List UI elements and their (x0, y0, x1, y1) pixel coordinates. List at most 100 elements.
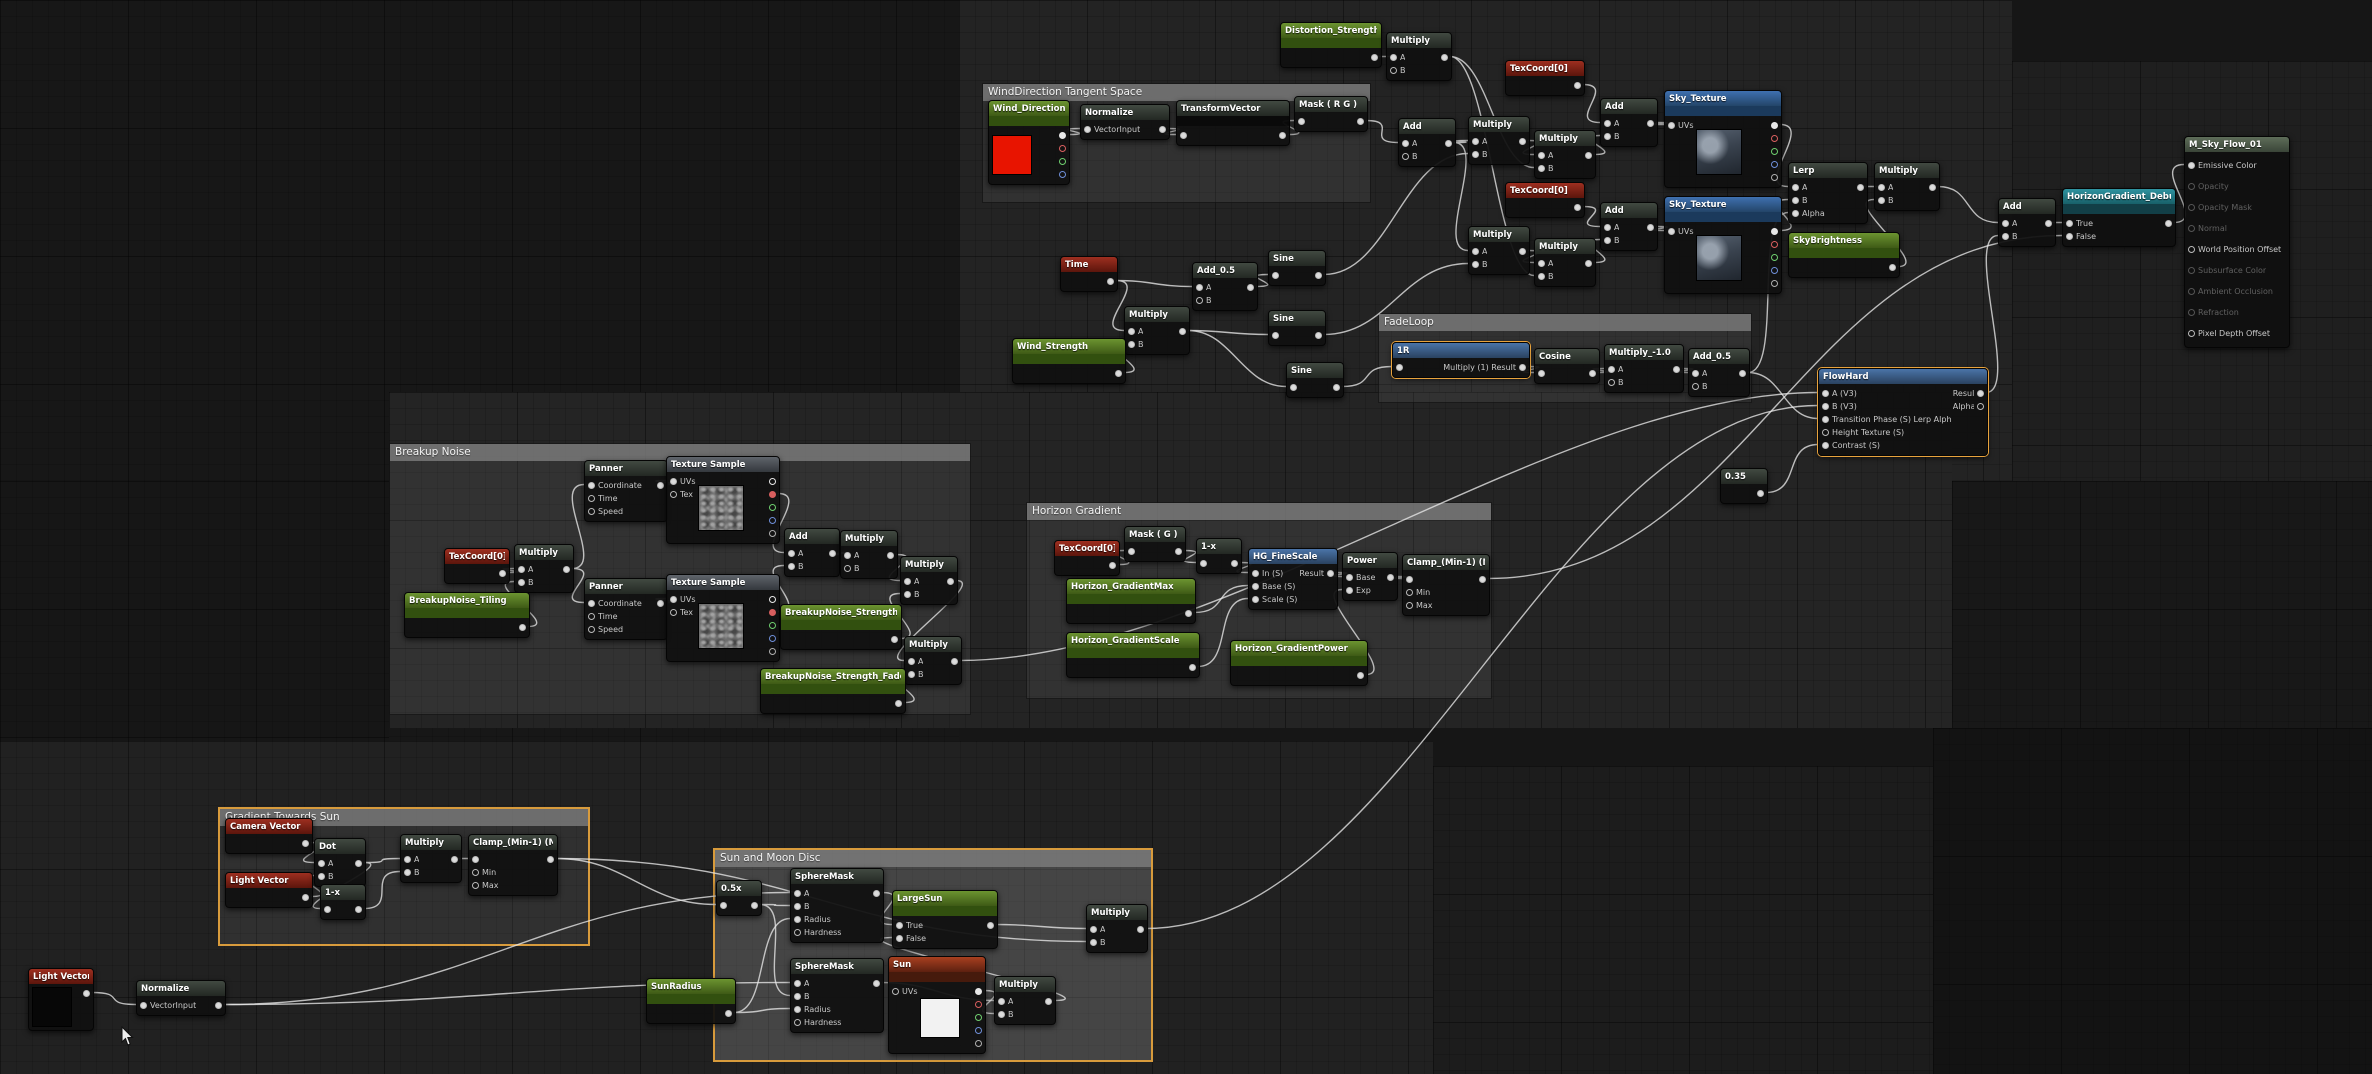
output-pin[interactable] (1771, 254, 1778, 261)
input-pin[interactable] (2066, 220, 2073, 227)
input-pin[interactable] (1090, 939, 1097, 946)
input-pin[interactable] (794, 1019, 801, 1026)
node-header[interactable]: Light Vector (226, 873, 312, 888)
input-pin[interactable] (318, 873, 325, 880)
node-header[interactable]: Lerp (1789, 163, 1867, 178)
output-pin[interactable] (1107, 278, 1114, 285)
input-pin[interactable] (1792, 197, 1799, 204)
input-pin[interactable] (844, 552, 851, 559)
input-pin[interactable] (720, 902, 727, 909)
output-pin[interactable] (355, 860, 362, 867)
output-pin[interactable] (215, 1002, 222, 1009)
output-pin[interactable] (769, 596, 776, 603)
node-bn_add[interactable]: AddAB (784, 528, 840, 577)
node-gts_dot[interactable]: DotAB (314, 838, 366, 887)
output-pin[interactable] (1977, 403, 1984, 410)
input-pin[interactable] (404, 856, 411, 863)
input-pin[interactable] (1538, 165, 1545, 172)
output-pin[interactable] (1771, 241, 1778, 248)
comment-title-bar[interactable]: FadeLoop (1379, 314, 1751, 331)
output-pin[interactable] (1231, 560, 1238, 567)
node-header[interactable]: Add (785, 529, 839, 544)
output-pin[interactable] (1977, 390, 1984, 397)
node-bn_strength[interactable]: BreakupNoise_Strength (780, 604, 902, 650)
output-pin[interactable] (1315, 272, 1322, 279)
node-header[interactable]: BreakupNoise_Tiling (405, 593, 529, 608)
output-pin[interactable] (1387, 574, 1394, 581)
input-pin[interactable] (1272, 272, 1279, 279)
input-pin[interactable] (1180, 132, 1187, 139)
node-header[interactable]: 0.35 (1721, 469, 1767, 484)
input-pin[interactable] (896, 935, 903, 942)
input-pin[interactable] (1196, 284, 1203, 291)
output-pin[interactable] (975, 1040, 982, 1047)
output-pin[interactable] (1673, 366, 1680, 373)
node-hg_gradient_power[interactable]: Horizon_GradientPower (1230, 640, 1368, 686)
input-pin[interactable] (1604, 237, 1611, 244)
output-pin[interactable] (499, 570, 506, 577)
node-header[interactable]: Panner (585, 579, 667, 594)
output-pin[interactable] (519, 624, 526, 631)
output-pin[interactable] (769, 648, 776, 655)
input-pin[interactable] (588, 495, 595, 502)
input-pin[interactable] (1406, 576, 1413, 583)
input-pin[interactable] (1792, 210, 1799, 217)
node-header[interactable]: LargeSun (893, 891, 997, 906)
node-add_uv_a[interactable]: AddAB (1600, 98, 1658, 147)
input-pin[interactable] (1792, 184, 1799, 191)
input-pin[interactable] (1822, 416, 1829, 423)
output-pin[interactable] (2045, 220, 2052, 227)
node-sky_texture_b[interactable]: Sky_TextureUVs (1664, 196, 1782, 294)
node-texcoord_b[interactable]: TexCoord[0] (1505, 182, 1585, 218)
input-pin[interactable] (1290, 384, 1297, 391)
output-pin[interactable] (1519, 364, 1526, 371)
node-mul_windtime[interactable]: MultiplyAB (1124, 306, 1190, 355)
output-pin[interactable] (1357, 118, 1364, 125)
node-header[interactable]: Multiply (1087, 905, 1147, 920)
node-bn_panner_a[interactable]: PannerCoordinateTimeSpeed (584, 460, 668, 522)
input-pin[interactable] (1668, 228, 1675, 235)
input-pin[interactable] (1402, 153, 1409, 160)
node-hg_power[interactable]: PowerBaseExp (1342, 552, 1398, 601)
output-pin[interactable] (1519, 248, 1526, 255)
node-header[interactable]: TransformVector (1177, 101, 1289, 116)
input-pin-opacity-mask[interactable] (2188, 204, 2195, 211)
output-pin[interactable] (1059, 158, 1066, 165)
node-sky_texture_a[interactable]: Sky_TextureUVs (1664, 90, 1782, 188)
input-pin[interactable] (1668, 122, 1675, 129)
output-pin[interactable] (769, 517, 776, 524)
node-fl_cosine[interactable]: Cosine (1534, 348, 1600, 384)
input-pin[interactable] (1822, 390, 1829, 397)
node-bn_panner_b[interactable]: PannerCoordinateTimeSpeed (584, 578, 668, 640)
input-pin[interactable] (908, 658, 915, 665)
node-mul_skybrightness[interactable]: MultiplyAB (1874, 162, 1940, 211)
node-header[interactable]: Wind_Direction (989, 101, 1069, 116)
node-add_final[interactable]: AddAB (1998, 198, 2056, 247)
input-pin[interactable] (1822, 442, 1829, 449)
input-pin[interactable] (1472, 151, 1479, 158)
node-header[interactable]: Sine (1269, 311, 1325, 326)
node-header[interactable]: Multiply (1469, 117, 1529, 132)
input-pin[interactable] (1692, 383, 1699, 390)
node-bn_texsample_b[interactable]: Texture SampleUVsTex (666, 574, 780, 662)
input-pin[interactable] (1878, 184, 1885, 191)
node-gts_oneminus[interactable]: 1-x (320, 884, 366, 920)
comment-title-bar[interactable]: Sun and Moon Disc (715, 850, 1151, 867)
input-pin[interactable] (2002, 233, 2009, 240)
node-header[interactable]: Panner (585, 461, 667, 476)
output-pin[interactable] (1059, 171, 1066, 178)
node-bn_mul_strength[interactable]: MultiplyAB (900, 556, 958, 605)
output-pin[interactable] (1739, 370, 1746, 377)
node-mask_rg[interactable]: Mask ( R G ) (1294, 96, 1368, 132)
node-gts_mul[interactable]: MultiplyAB (400, 834, 462, 883)
input-pin-ambient-occlusion[interactable] (2188, 288, 2195, 295)
node-header[interactable]: Add (1399, 119, 1455, 134)
node-header[interactable]: Add (1999, 199, 2055, 214)
output-pin[interactable] (1771, 228, 1778, 235)
output-pin[interactable] (887, 552, 894, 559)
input-pin[interactable] (1538, 152, 1545, 159)
input-pin[interactable] (1252, 570, 1259, 577)
output-pin[interactable] (563, 566, 570, 573)
output-pin[interactable] (751, 902, 758, 909)
input-pin[interactable] (1538, 273, 1545, 280)
